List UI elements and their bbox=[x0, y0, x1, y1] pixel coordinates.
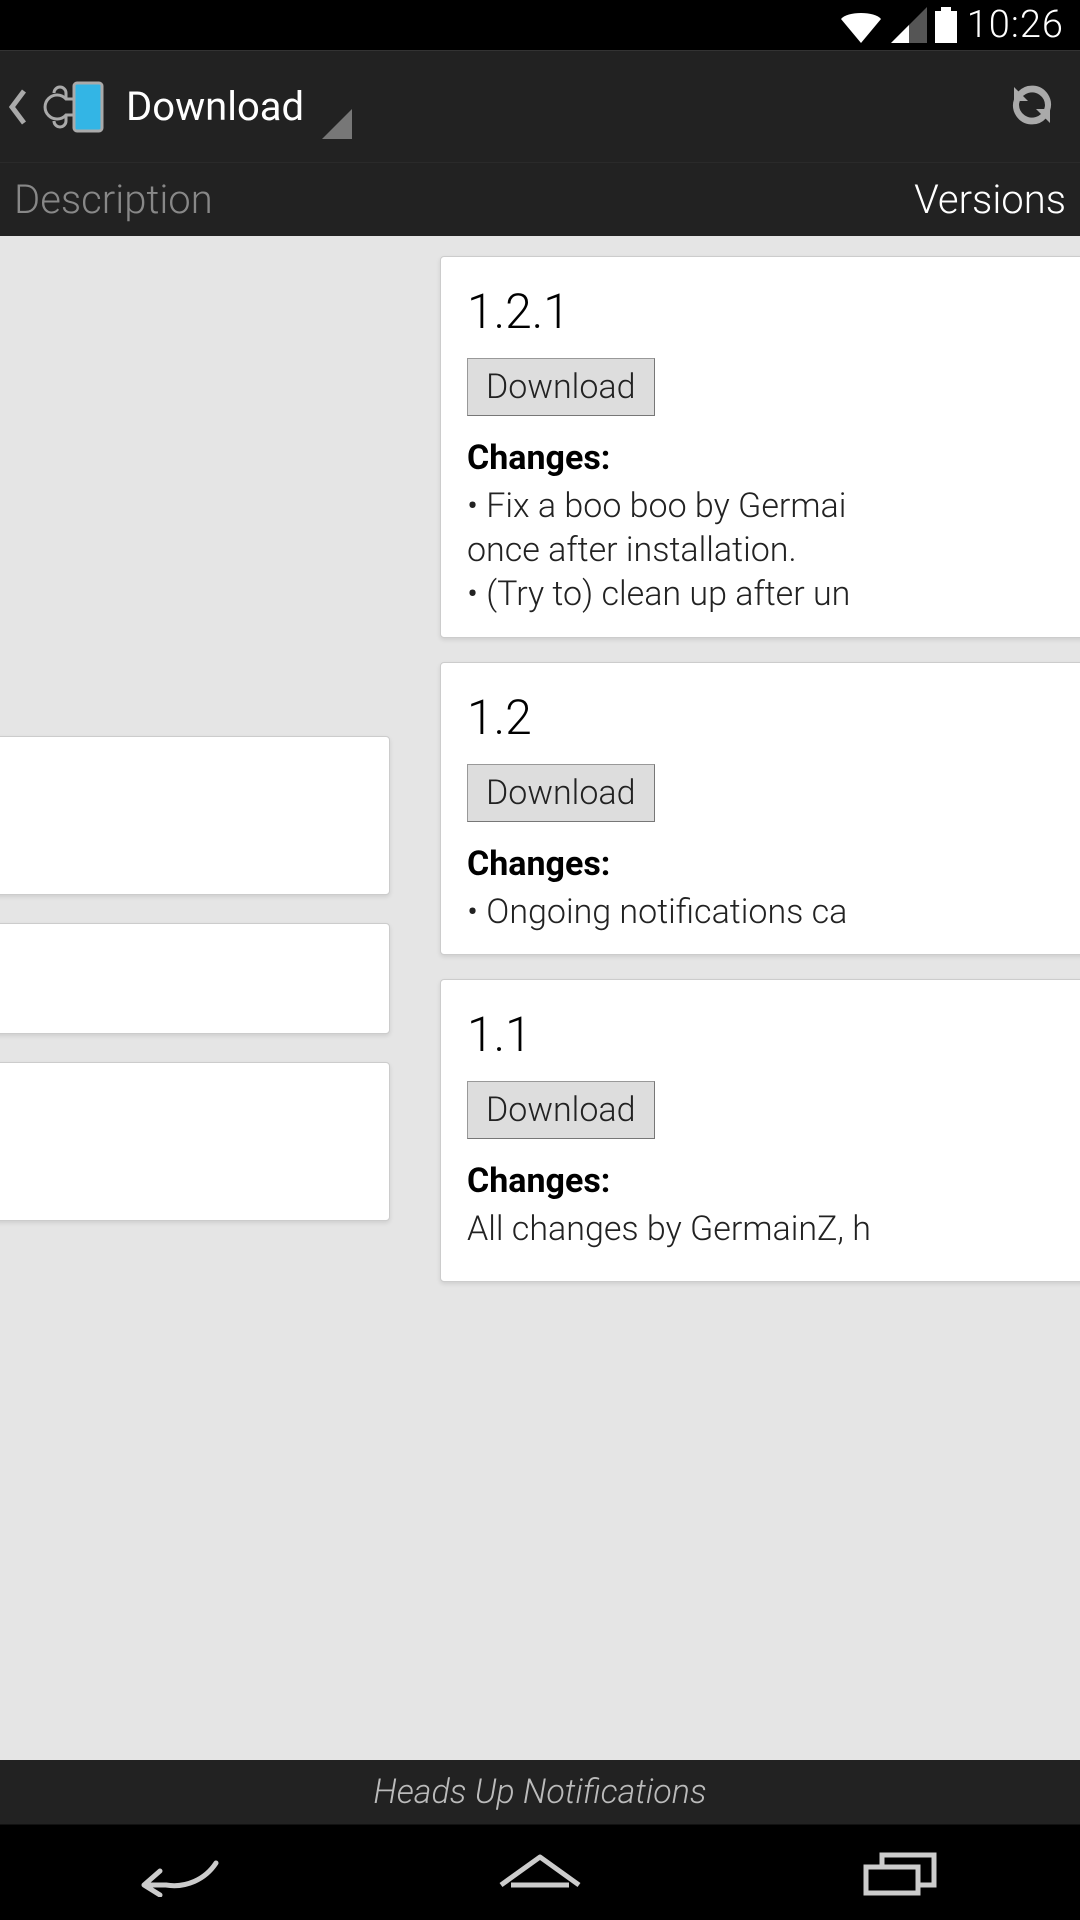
version-card: 1.2 Download Changes: • Ongoing notifica… bbox=[440, 662, 1080, 955]
version-number: 1.1 bbox=[467, 1006, 1080, 1063]
description-text: a link: e.com/platform/ 6f Jp notificati… bbox=[0, 368, 390, 708]
navigation-bar bbox=[0, 1824, 1080, 1920]
action-bar: Download bbox=[0, 50, 1080, 162]
version-card: 1.2.1 Download Changes: • Fix a boo boo … bbox=[440, 256, 1080, 638]
footer-caption-text: Heads Up Notifications bbox=[373, 1772, 706, 1812]
module-title: tions bbox=[0, 262, 390, 328]
versions-pane[interactable]: 1.2.1 Download Changes: • Fix a boo boo … bbox=[420, 236, 1080, 1760]
nav-home-button[interactable] bbox=[470, 1843, 610, 1903]
content-viewport[interactable]: tions a link: e.com/platform/ 6f Jp noti… bbox=[0, 236, 1080, 1760]
tab-strip: Description Versions bbox=[0, 162, 1080, 236]
up-button[interactable] bbox=[8, 77, 106, 137]
version-card: 1.1 Download Changes: All changes by Ger… bbox=[440, 979, 1080, 1282]
footer-caption-bar: Heads Up Notifications bbox=[0, 1760, 1080, 1824]
link-card-2-text: hmadAG/Xposed-Heads- bbox=[0, 954, 365, 1003]
changes-body: • Fix a boo boo by Germai once after ins… bbox=[467, 484, 1080, 617]
nav-home-icon bbox=[495, 1849, 585, 1897]
nav-recents-icon bbox=[860, 1849, 940, 1897]
link-card-3[interactable]: odule/ upenabler bbox=[0, 1062, 390, 1221]
refresh-button[interactable] bbox=[1004, 77, 1060, 137]
link-card-1-text: s.com/xposed/modules/ 2791217/post535933… bbox=[0, 767, 365, 864]
wifi-icon bbox=[839, 7, 883, 43]
link-card-1[interactable]: s.com/xposed/modules/ 2791217/post535933… bbox=[0, 736, 390, 895]
action-bar-title[interactable]: Download bbox=[126, 83, 304, 130]
version-number: 1.2.1 bbox=[467, 283, 1080, 340]
battery-icon bbox=[935, 7, 957, 43]
back-caret-icon bbox=[8, 87, 28, 127]
changes-heading: Changes: bbox=[467, 438, 1080, 478]
download-button[interactable]: Download bbox=[467, 358, 655, 416]
nav-back-icon bbox=[130, 1849, 230, 1897]
changes-heading: Changes: bbox=[467, 844, 1080, 884]
status-bar: 10:26 bbox=[0, 0, 1080, 50]
download-button[interactable]: Download bbox=[467, 1081, 655, 1139]
link-card-2[interactable]: hmadAG/Xposed-Heads- bbox=[0, 923, 390, 1034]
clock: 10:26 bbox=[967, 3, 1064, 47]
changes-body: All changes by GermainZ, h bbox=[467, 1207, 1080, 1251]
signal-icon bbox=[891, 7, 927, 43]
xposed-app-icon bbox=[36, 77, 106, 137]
link-card-3-text: odule/ upenabler bbox=[0, 1093, 365, 1190]
status-icons bbox=[839, 7, 957, 43]
download-button[interactable]: Download bbox=[467, 764, 655, 822]
spinner-indicator-icon[interactable] bbox=[322, 109, 352, 139]
nav-recents-button[interactable] bbox=[830, 1843, 970, 1903]
refresh-icon bbox=[1004, 77, 1060, 133]
changes-heading: Changes: bbox=[467, 1161, 1080, 1201]
description-pane[interactable]: tions a link: e.com/platform/ 6f Jp noti… bbox=[0, 236, 420, 1760]
changes-body: • Ongoing notifications ca bbox=[467, 890, 1080, 934]
version-number: 1.2 bbox=[467, 689, 1080, 746]
tab-description[interactable]: Description bbox=[10, 166, 217, 233]
nav-back-button[interactable] bbox=[110, 1843, 250, 1903]
tab-versions[interactable]: Versions bbox=[910, 166, 1070, 233]
